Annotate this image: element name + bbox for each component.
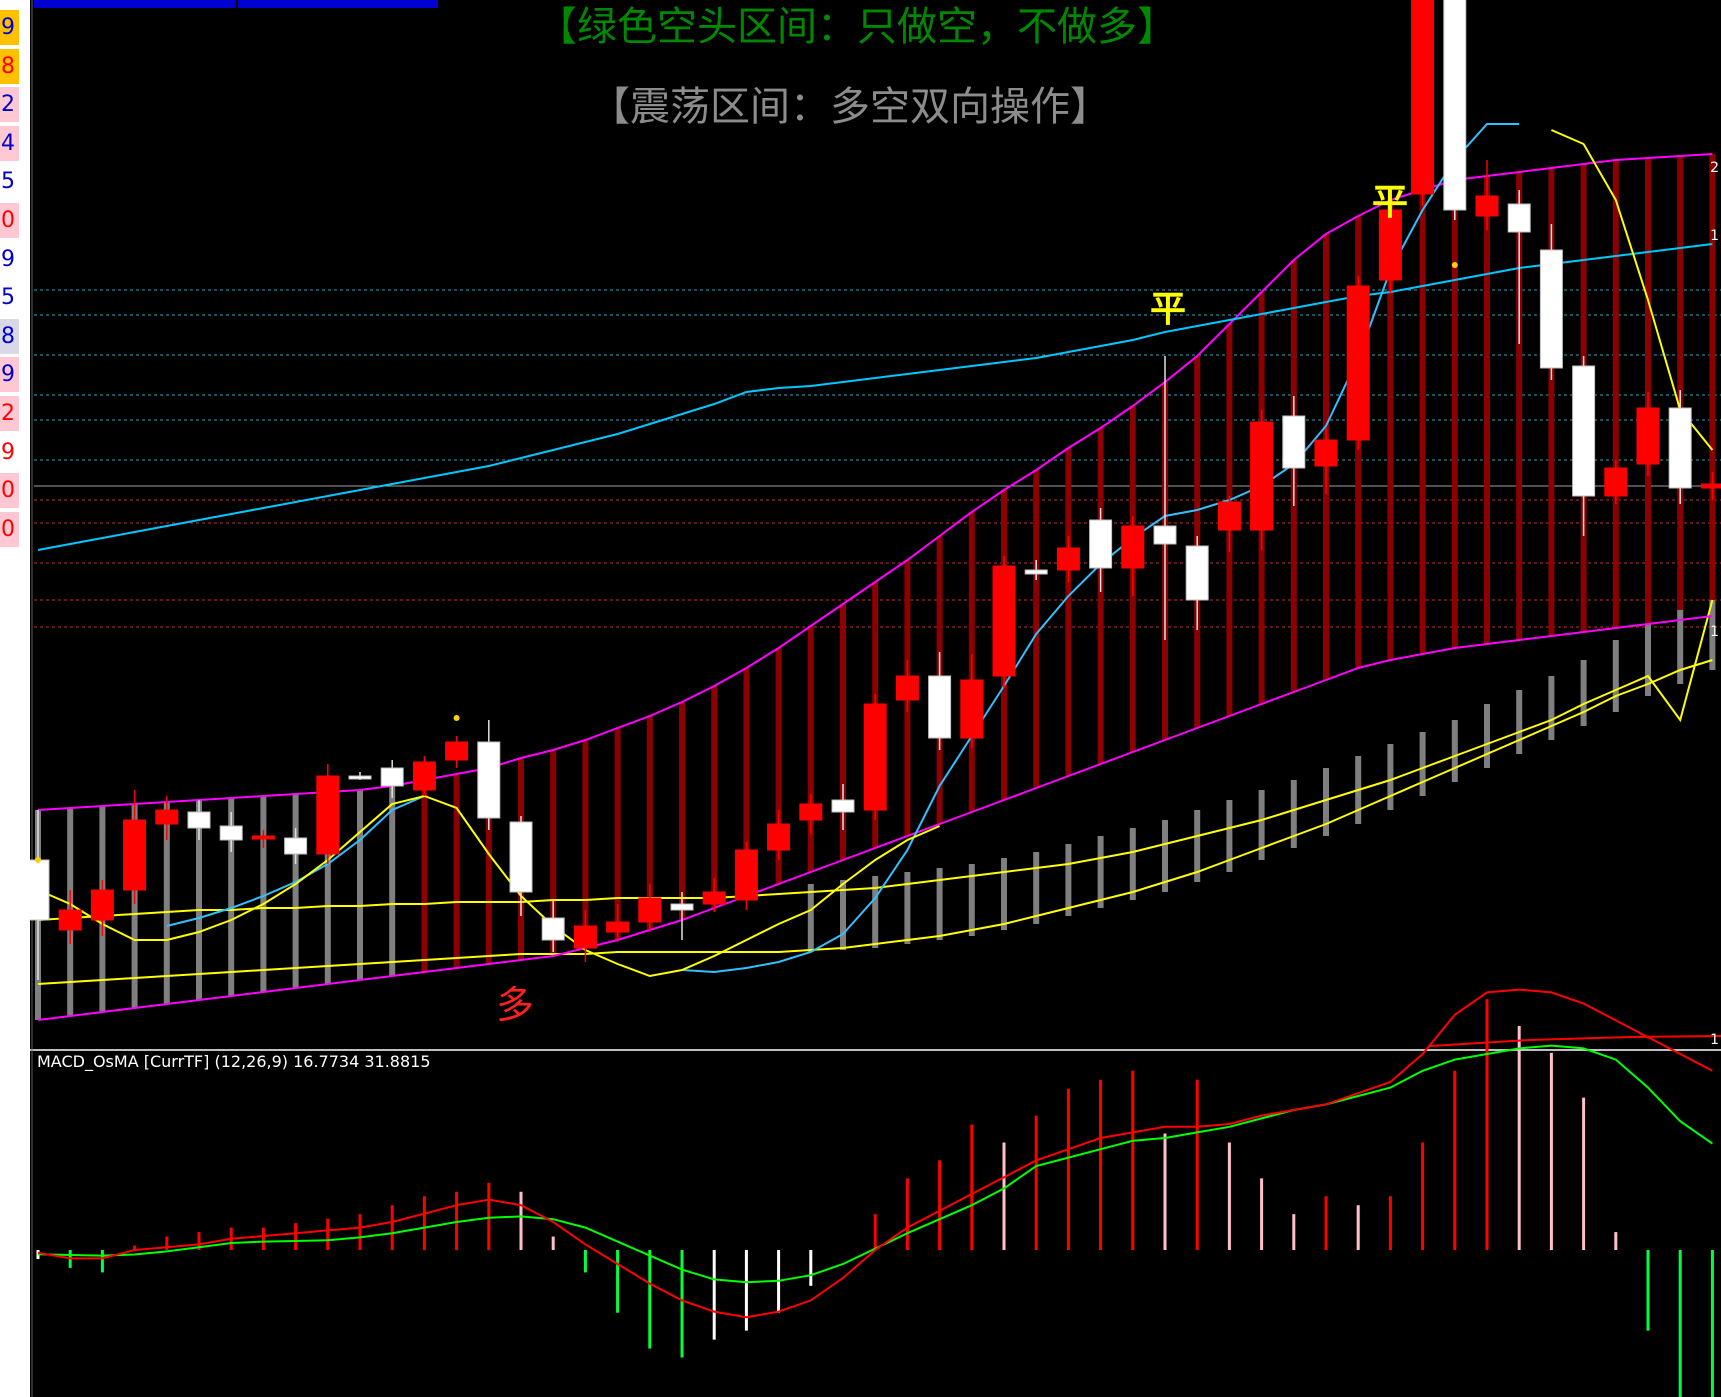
candlestick[interactable] bbox=[1024, 569, 1048, 575]
candlestick[interactable] bbox=[1250, 421, 1274, 531]
candlestick[interactable] bbox=[284, 837, 308, 855]
strip-value-cell: 2 bbox=[0, 396, 19, 431]
strip-value-cell: 2 bbox=[0, 87, 19, 123]
candlestick[interactable] bbox=[1282, 415, 1306, 469]
top-blue-bar bbox=[238, 0, 438, 8]
signal-dot bbox=[1451, 262, 1458, 268]
candlestick[interactable] bbox=[380, 767, 404, 787]
candlestick[interactable] bbox=[799, 803, 823, 821]
candlestick[interactable] bbox=[992, 565, 1016, 677]
candlestick[interactable] bbox=[30, 859, 50, 921]
candlestick[interactable] bbox=[1668, 407, 1692, 489]
candlestick[interactable] bbox=[90, 889, 114, 921]
strip-value-cell: 5 bbox=[0, 164, 19, 200]
candlestick[interactable] bbox=[219, 825, 243, 841]
candlestick[interactable] bbox=[412, 761, 436, 791]
candlestick[interactable] bbox=[187, 811, 211, 829]
strip-value-cell: 4 bbox=[0, 125, 19, 161]
candlestick[interactable] bbox=[1475, 195, 1499, 217]
candlestick[interactable] bbox=[251, 835, 275, 840]
candlestick[interactable] bbox=[1217, 501, 1241, 531]
strip-value-cell: 0 bbox=[0, 473, 19, 509]
candlestick[interactable] bbox=[895, 675, 919, 701]
strip-value-cell: 9 bbox=[0, 241, 19, 277]
price-chart-svg[interactable] bbox=[30, 0, 1721, 1397]
candlestick[interactable] bbox=[1314, 439, 1338, 467]
candlestick[interactable] bbox=[702, 891, 726, 905]
bear-zone-title: 【绿色空头区间：只做空，不做多】 bbox=[537, 4, 1177, 50]
candlestick[interactable] bbox=[316, 775, 340, 855]
candlestick[interactable] bbox=[1185, 545, 1209, 601]
candlestick[interactable] bbox=[928, 675, 952, 739]
candlestick[interactable] bbox=[1539, 249, 1563, 369]
candlestick[interactable] bbox=[1056, 547, 1080, 571]
bottom-red-line bbox=[1429, 1035, 1721, 1047]
candlestick[interactable] bbox=[573, 925, 597, 949]
macd-indicator-label: MACD_OsMA [CurrTF] (12,26,9) 16.7734 31.… bbox=[37, 1052, 431, 1071]
candlestick[interactable] bbox=[1636, 407, 1660, 465]
strip-value-cell: 8 bbox=[0, 318, 19, 354]
candlestick[interactable] bbox=[541, 917, 565, 941]
macd-main-line bbox=[37, 988, 1713, 1319]
candlestick[interactable] bbox=[477, 741, 501, 819]
signal-dot bbox=[35, 857, 41, 863]
close-signal-label-2: 平 bbox=[1372, 182, 1409, 223]
candlestick[interactable] bbox=[1443, 0, 1467, 211]
candlestick[interactable] bbox=[734, 849, 758, 901]
candlestick[interactable] bbox=[960, 679, 984, 739]
strip-value-cell: 0 bbox=[0, 203, 19, 238]
candlestick[interactable] bbox=[863, 703, 887, 811]
chart-area[interactable]: 【绿色空头区间：只做空，不做多】 【震荡区间：多空双向操作】 多 平 平 MAC… bbox=[30, 0, 1721, 1397]
candlestick[interactable] bbox=[638, 897, 662, 923]
candlestick[interactable] bbox=[831, 799, 855, 813]
candlestick[interactable] bbox=[1121, 525, 1145, 569]
candlestick[interactable] bbox=[123, 819, 147, 891]
strip-value-cell: 8 bbox=[0, 48, 19, 84]
candlestick[interactable] bbox=[1507, 203, 1531, 233]
candlestick[interactable] bbox=[1604, 467, 1628, 497]
signal-dot bbox=[453, 715, 460, 721]
strip-value-cell: 9 bbox=[0, 10, 19, 45]
candlestick[interactable] bbox=[606, 921, 630, 933]
right-axis-tick: 1 bbox=[1710, 228, 1719, 244]
candlestick[interactable] bbox=[1153, 525, 1177, 545]
strip-value-cell: 9 bbox=[0, 357, 19, 393]
strip-value-cell: 5 bbox=[0, 280, 19, 316]
candlestick[interactable] bbox=[670, 903, 694, 911]
candlestick[interactable] bbox=[155, 809, 179, 825]
close-signal-label-1: 平 bbox=[1150, 289, 1187, 330]
strip-value-cell: 9 bbox=[0, 434, 19, 470]
candlestick[interactable] bbox=[1089, 519, 1113, 569]
right-axis-tick: 1 bbox=[1710, 1032, 1719, 1048]
right-axis-tick: 2 bbox=[1710, 160, 1719, 176]
candlestick[interactable] bbox=[1346, 285, 1370, 441]
left-price-strip: 98245095892900 bbox=[0, 0, 30, 1397]
top-blue-bar bbox=[34, 0, 236, 8]
candlestick[interactable] bbox=[348, 775, 372, 780]
candlestick[interactable] bbox=[1411, 0, 1435, 195]
candlestick[interactable] bbox=[1572, 365, 1596, 497]
strip-value-cell: 0 bbox=[0, 511, 19, 547]
candlestick[interactable] bbox=[445, 741, 469, 761]
candlestick[interactable] bbox=[58, 909, 82, 931]
right-axis-tick: 1 bbox=[1710, 624, 1719, 640]
candlestick[interactable] bbox=[767, 823, 791, 851]
candlestick[interactable] bbox=[1700, 483, 1721, 489]
long-signal-label: 多 bbox=[496, 983, 535, 1027]
range-zone-title: 【震荡区间：多空双向操作】 bbox=[590, 84, 1110, 130]
candlestick[interactable] bbox=[509, 821, 533, 893]
